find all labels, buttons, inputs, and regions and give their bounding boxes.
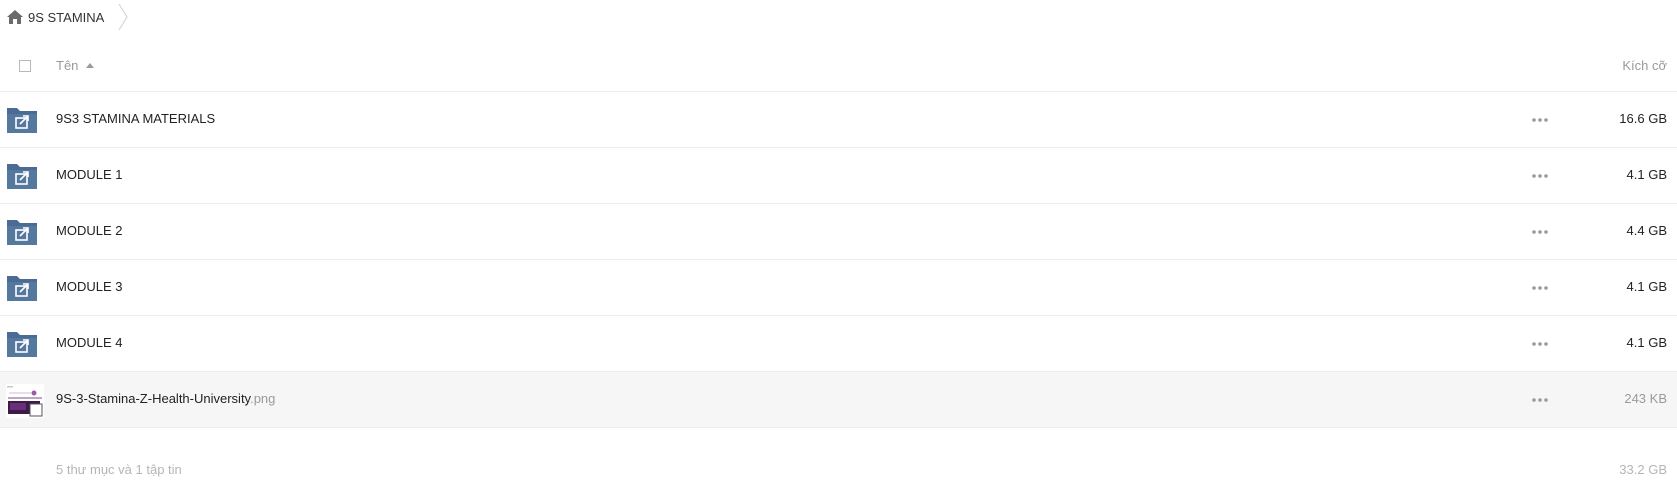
file-size: 4.1 GB: [1626, 335, 1667, 350]
breadcrumb-home-label: 9S STAMINA: [28, 9, 105, 25]
more-options-icon[interactable]: [1530, 394, 1550, 406]
shared-folder-icon: [7, 108, 37, 133]
more-options-icon[interactable]: [1530, 338, 1550, 350]
file-size: 4.4 GB: [1626, 223, 1667, 238]
more-options-icon[interactable]: [1530, 226, 1550, 238]
table-row[interactable]: 9S-3-Stamina-Z-Health-University.png 243…: [0, 372, 1677, 428]
table-row[interactable]: MODULE 4 4.1 GB: [0, 316, 1677, 372]
column-size-header[interactable]: Kích cỡ: [1622, 58, 1667, 73]
shared-folder-icon: [7, 164, 37, 189]
shared-folder-icon: [7, 332, 37, 357]
shared-folder-icon: [7, 220, 37, 245]
file-list-header: Tên Kích cỡ: [0, 44, 1677, 92]
select-all-checkbox[interactable]: [19, 60, 31, 72]
table-row[interactable]: MODULE 3 4.1 GB: [0, 260, 1677, 316]
file-name: MODULE 1: [56, 167, 123, 182]
file-name: MODULE 3: [56, 279, 123, 294]
column-name-label: Tên: [56, 58, 79, 73]
file-size: 243 KB: [1624, 391, 1667, 406]
total-size: 33.2 GB: [1619, 462, 1667, 477]
breadcrumb: 9S STAMINA: [0, 0, 128, 34]
file-list: 9S3 STAMINA MATERIALS 16.6 GB MODULE 1 4…: [0, 92, 1677, 428]
shared-folder-icon: [7, 276, 37, 301]
file-name: MODULE 2: [56, 223, 123, 238]
table-row[interactable]: 9S3 STAMINA MATERIALS 16.6 GB: [0, 92, 1677, 148]
file-name: 9S3 STAMINA MATERIALS: [56, 111, 216, 126]
file-list-summary: 5 thư mục và 1 tập tin 33.2 GB: [0, 456, 1677, 486]
image-thumbnail-icon: [6, 384, 44, 418]
column-name-header[interactable]: Tên: [56, 58, 95, 73]
summary-text: 5 thư mục và 1 tập tin: [56, 462, 182, 477]
more-options-icon[interactable]: [1530, 170, 1550, 182]
table-row[interactable]: MODULE 1 4.1 GB: [0, 148, 1677, 204]
file-size: 16.6 GB: [1619, 111, 1667, 126]
chevron-right-icon: [118, 3, 128, 31]
more-options-icon[interactable]: [1530, 282, 1550, 294]
more-options-icon[interactable]: [1530, 114, 1550, 126]
table-row[interactable]: MODULE 2 4.4 GB: [0, 204, 1677, 260]
sort-ascending-icon: [86, 63, 95, 68]
file-name: 9S-3-Stamina-Z-Health-University.png: [56, 391, 276, 406]
file-size: 4.1 GB: [1626, 167, 1667, 182]
file-name: MODULE 4: [56, 335, 123, 350]
breadcrumb-home[interactable]: 9S STAMINA: [7, 10, 104, 25]
file-size: 4.1 GB: [1626, 279, 1667, 294]
home-icon: [7, 10, 23, 24]
